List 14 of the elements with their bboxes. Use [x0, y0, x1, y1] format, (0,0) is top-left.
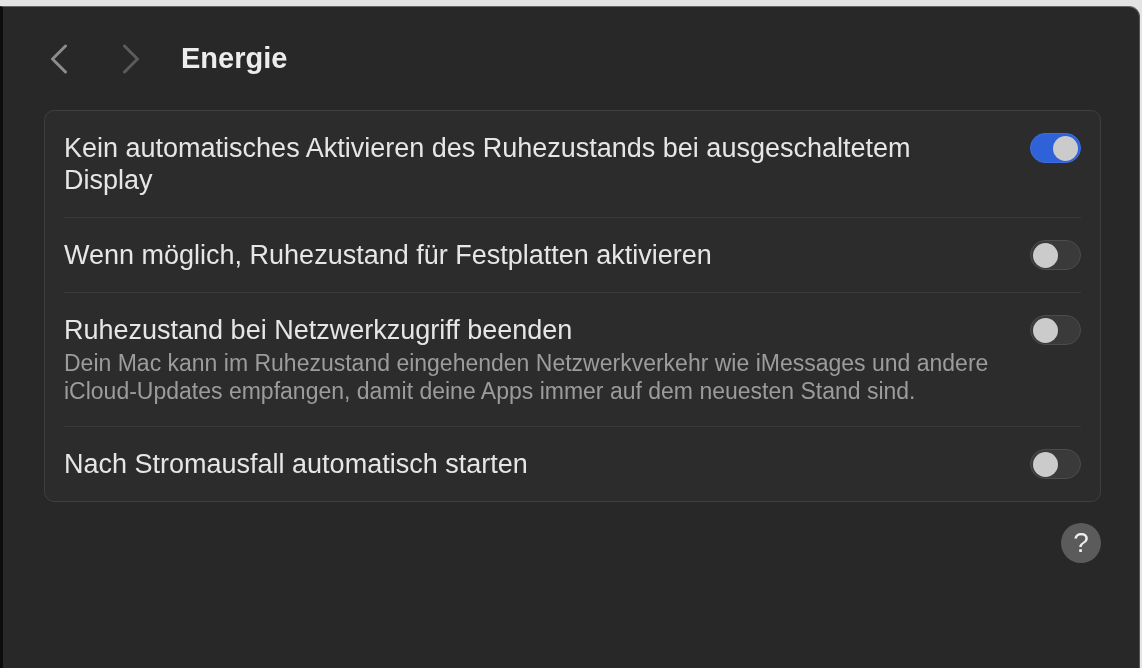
- toggle-switch[interactable]: [1030, 449, 1081, 479]
- setting-label: Ruhezustand bei Netzwerkzugriff beenden: [64, 314, 574, 346]
- toggle-switch[interactable]: [1030, 315, 1081, 345]
- chevron-left-icon: [50, 43, 68, 74]
- setting-label: Kein automatisches Aktivieren des Ruhezustands bei ausgeschaltetem Display: [64, 132, 912, 196]
- toggle-switch[interactable]: [1030, 240, 1081, 270]
- toggle-switch[interactable]: [1030, 133, 1081, 163]
- help-button[interactable]: ?: [1061, 523, 1101, 563]
- setting-label: Wenn möglich, Ruhezustand für Festplatten aktivieren: [64, 239, 713, 271]
- setting-description: Dein Mac kann im Ruhezustand eingehenden Netzwerkverkehr wie iMessages und andere iCloud-Updates empfangen, damit deine Apps immer auf dem neuesten Stand sind.: [64, 349, 990, 405]
- back-button[interactable]: [50, 43, 68, 74]
- setting-label: Nach Stromausfall automatisch starten: [64, 448, 529, 480]
- chevron-right-icon: [122, 43, 140, 74]
- page-title: Energie: [181, 42, 288, 75]
